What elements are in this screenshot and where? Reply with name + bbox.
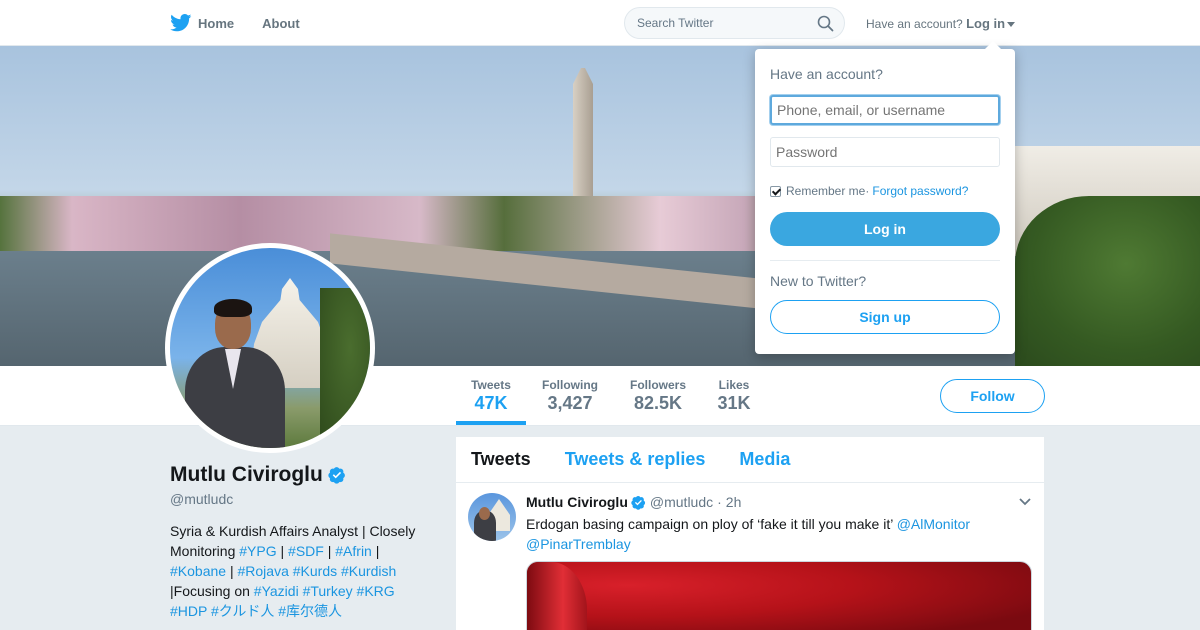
hashtag-link[interactable]: #Kurds — [293, 563, 337, 579]
nav-left: Home About — [170, 0, 328, 46]
profile-avatar[interactable] — [165, 243, 375, 453]
tweet-author-handle[interactable]: @mutludc — [650, 494, 713, 510]
tweet-text: Erdogan basing campaign on ploy of ‘fake… — [526, 514, 1026, 554]
tweet-avatar-head — [479, 507, 490, 520]
profile-name-text: Mutlu Civiroglu — [170, 463, 323, 486]
tweet-header: Mutlu Civiroglu @mutludc · 2h — [526, 494, 741, 510]
tab-tweets-and-replies[interactable]: Tweets & replies — [565, 449, 706, 470]
avatar-person — [185, 299, 285, 448]
profile-name[interactable]: Mutlu Civiroglu — [170, 463, 346, 487]
profile-bio: Syria & Kurdish Affairs Analyst | Closel… — [170, 523, 416, 619]
login-dropdown: Have an account? Remember me · Forgot pa… — [755, 41, 1015, 354]
avatar-person-hair — [214, 299, 252, 317]
hashtag-link[interactable]: #クルド人 — [211, 603, 274, 619]
hashtag-link[interactable]: #Afrin — [335, 543, 372, 559]
active-stat-underline — [456, 421, 526, 425]
remember-separator: · — [865, 184, 870, 198]
tab-media[interactable]: Media — [739, 449, 790, 470]
stat-label: Followers — [629, 378, 686, 392]
timeline-tabs: Tweets Tweets & replies Media — [456, 437, 1044, 483]
hashtag-link[interactable]: #Kurdish — [341, 563, 396, 579]
remember-me-row: Remember me · Forgot password? — [770, 184, 968, 198]
login-toggle-label: Log in — [966, 16, 1006, 31]
signup-button[interactable]: Sign up — [770, 300, 1000, 334]
stat-value: 3,427 — [547, 393, 593, 413]
hashtag-link[interactable]: #Yazidi — [254, 583, 299, 599]
caret-down-icon — [1007, 22, 1016, 28]
hashtag-link[interactable]: #库尔德人 — [278, 603, 342, 619]
search-input[interactable]: Search Twitter — [624, 7, 845, 39]
stat-likes[interactable]: Likes 31K — [712, 378, 756, 414]
login-dropdown-toggle[interactable]: Log in — [966, 16, 1016, 31]
hashtag-link[interactable]: #SDF — [288, 543, 324, 559]
stat-label: Likes — [718, 378, 750, 392]
hashtag-link[interactable]: #Turkey — [303, 583, 353, 599]
hashtag-link[interactable]: #Kobane — [170, 563, 226, 579]
stat-label: Tweets — [471, 378, 511, 392]
dropdown-title: Have an account? — [770, 66, 883, 82]
forgot-password-link[interactable]: Forgot password? — [872, 184, 968, 198]
nav-home[interactable]: Home — [170, 14, 234, 32]
tweet-body: Erdogan basing campaign on ploy of ‘fake… — [526, 516, 897, 532]
stat-value: 47K — [474, 393, 508, 413]
tweet-item[interactable]: Mutlu Civiroglu @mutludc · 2h Erdogan ba… — [456, 483, 1044, 630]
bio-line: Syria & Kurdish Affairs Analyst | Closel… — [170, 523, 416, 539]
nav-home-label: Home — [198, 15, 235, 31]
avatar-photo — [170, 248, 370, 448]
account-prompt: Have an account? Log in — [866, 16, 1016, 31]
follow-button[interactable]: Follow — [940, 379, 1045, 413]
hashtag-link[interactable]: #KRG — [357, 583, 395, 599]
mention-link[interactable]: @PinarTremblay — [526, 536, 631, 552]
username-field[interactable] — [770, 95, 1000, 125]
search-icon[interactable] — [817, 15, 834, 32]
have-account-text: Have an account? — [866, 17, 963, 31]
banner-right-trees — [1015, 196, 1200, 366]
tweet-media-image[interactable] — [526, 561, 1032, 630]
search-placeholder: Search Twitter — [637, 16, 714, 30]
stat-following[interactable]: Following 3,427 — [540, 378, 600, 414]
stat-followers[interactable]: Followers 82.5K — [627, 378, 689, 414]
mention-link[interactable]: @AlMonitor — [897, 516, 970, 532]
dropdown-divider — [770, 260, 1000, 261]
tweet-author-name[interactable]: Mutlu Civiroglu — [526, 494, 628, 510]
stat-tweets[interactable]: Tweets 47K — [456, 378, 526, 414]
bio-line: |Focusing on — [170, 583, 254, 599]
stat-label: Following — [542, 378, 598, 392]
tweet-avatar[interactable] — [468, 493, 516, 541]
media-flag-fold — [527, 562, 587, 630]
stat-value: 82.5K — [633, 393, 683, 413]
chevron-down-icon[interactable] — [1018, 497, 1032, 507]
verified-badge-icon — [631, 495, 645, 510]
password-field[interactable] — [770, 137, 1000, 167]
profile-handle[interactable]: @mutludc — [170, 491, 233, 507]
hashtag-link[interactable]: #YPG — [239, 543, 276, 559]
tab-tweets[interactable]: Tweets — [471, 449, 531, 470]
nav-about[interactable]: About — [262, 16, 300, 31]
tweets-panel: Tweets Tweets & replies Media Mutlu Civi… — [456, 437, 1044, 630]
avatar-tree — [320, 288, 370, 438]
hashtag-link[interactable]: #Rojava — [237, 563, 288, 579]
bio-line: Monitoring — [170, 543, 240, 559]
tweet-separator: · — [717, 494, 722, 510]
remember-me-label[interactable]: Remember me — [786, 184, 865, 198]
login-button[interactable]: Log in — [770, 212, 1000, 246]
stat-value: 31K — [717, 393, 751, 413]
top-navigation-bar: Home About Search Twitter Have an accoun… — [0, 0, 1200, 46]
hashtag-link[interactable]: #HDP — [170, 603, 207, 619]
nav-about-label: About — [262, 15, 300, 31]
tweet-timestamp[interactable]: 2h — [726, 494, 742, 510]
verified-badge-icon — [328, 467, 345, 484]
remember-me-checkbox[interactable] — [770, 185, 781, 197]
twitter-bird-icon — [170, 14, 192, 32]
new-to-twitter-text: New to Twitter? — [770, 273, 867, 289]
